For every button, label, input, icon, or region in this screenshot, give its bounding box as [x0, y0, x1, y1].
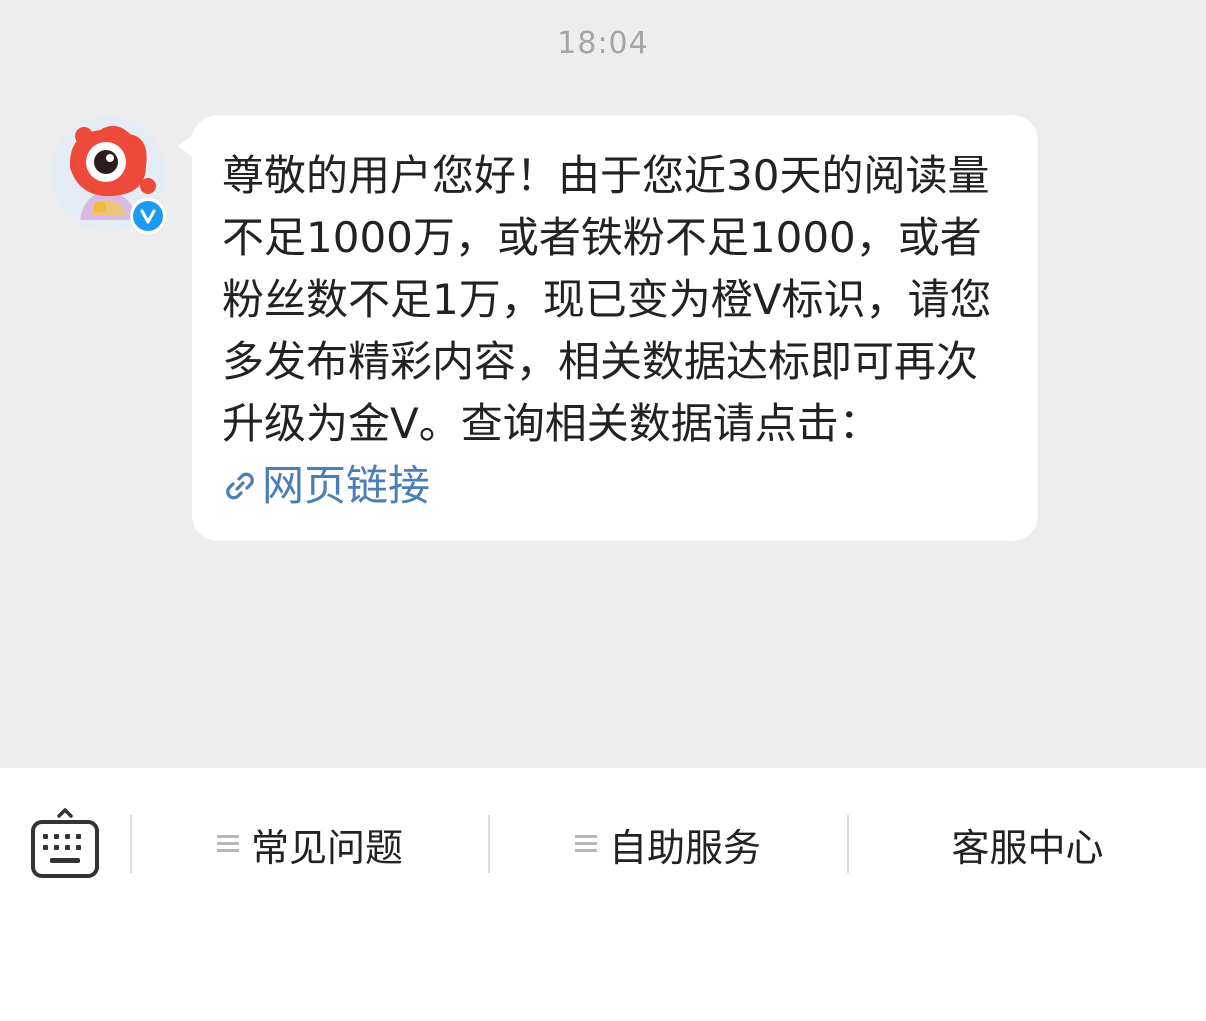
sender-avatar[interactable] [50, 116, 166, 234]
menu-self-service[interactable]: 自助服务 [490, 814, 846, 874]
menu-lines-icon [216, 835, 239, 853]
web-link-label: 网页链接 [262, 461, 431, 510]
menu-faq-label: 常见问题 [250, 825, 403, 870]
menu-self-service-label: 自助服务 [608, 825, 761, 870]
menu-customer-service[interactable]: 客服中心 [849, 814, 1206, 874]
message-timestamp: 18:04 [557, 26, 649, 61]
bottom-menu-bar: 常见问题 自助服务 客服中心 [0, 768, 1206, 1021]
keyboard-toggle-button[interactable] [28, 808, 102, 882]
menu-customer-service-label: 客服中心 [951, 825, 1104, 870]
menu-faq[interactable]: 常见问题 [132, 814, 488, 874]
menu-lines-icon [574, 835, 597, 853]
message-text: 尊敬的用户您好！由于您近30天的阅读量不足1000万，或者铁粉不足1000，或者… [222, 145, 1016, 521]
chat-area: 18:04 尊敬的用户您好！由于您近30天的阅读量不足1000万，或者铁粉不足1… [0, 0, 1206, 768]
keyboard-icon [31, 808, 99, 878]
web-link[interactable]: 网页链接 [222, 461, 430, 510]
message-body: 尊敬的用户您好！由于您近30天的阅读量不足1000万，或者铁粉不足1000，或者… [222, 151, 992, 448]
verified-badge-icon [130, 198, 166, 234]
link-icon [222, 459, 258, 521]
message-bubble: 尊敬的用户您好！由于您近30天的阅读量不足1000万，或者铁粉不足1000，或者… [192, 115, 1038, 541]
